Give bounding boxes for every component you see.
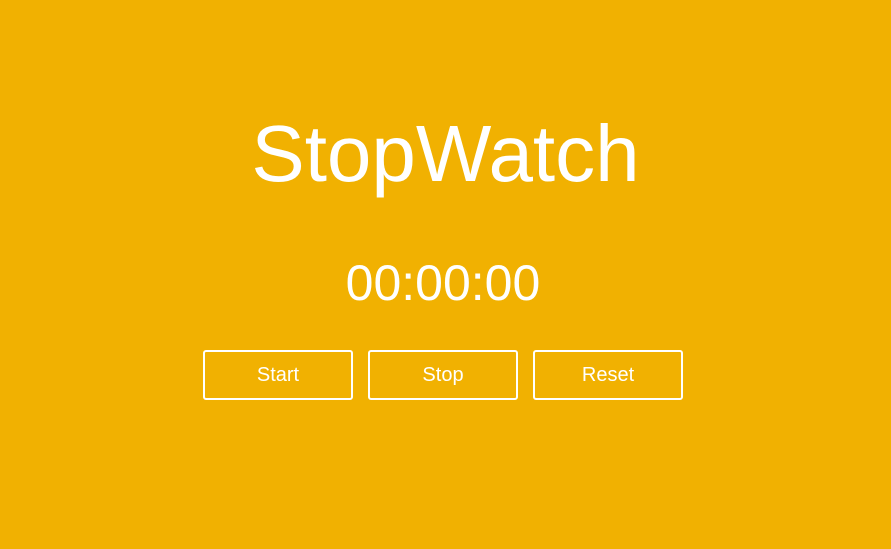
stopwatch-app: StopWatch 00:00:00 Start Stop Reset	[0, 0, 891, 549]
time-display: 00:00:00	[345, 255, 541, 311]
start-button[interactable]: Start	[203, 350, 353, 400]
stop-button[interactable]: Stop	[368, 350, 518, 400]
reset-button[interactable]: Reset	[533, 350, 683, 400]
control-buttons: Start Stop Reset	[203, 350, 683, 400]
page-title: StopWatch	[251, 109, 640, 198]
